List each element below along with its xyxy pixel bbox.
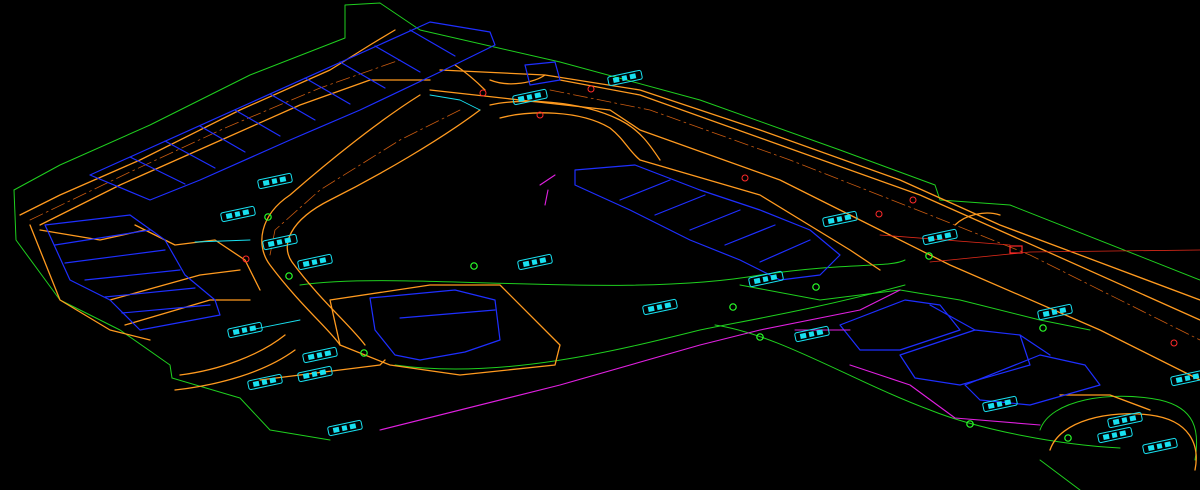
control-point-icon <box>729 303 737 311</box>
central-building-wing <box>399 309 496 319</box>
west-unit-divider <box>121 304 211 314</box>
car-icon <box>227 321 263 339</box>
nw-townhouse-row-outline <box>89 21 496 201</box>
survey-marker-icon <box>741 174 749 182</box>
nw-unit-divider <box>374 45 421 73</box>
west-unit-divider <box>84 269 181 281</box>
car-icon <box>247 373 283 391</box>
car-icon <box>642 298 678 316</box>
vehicles-layer <box>220 69 1200 455</box>
parcel-boundary-north <box>13 2 1200 281</box>
service-line-north <box>429 94 481 111</box>
se-building-3 <box>964 354 1101 406</box>
site-drive-green-3 <box>714 324 1121 449</box>
central-unit-divider <box>619 179 671 201</box>
utility-lines-layer <box>379 174 1041 431</box>
loop-road-outer <box>261 94 421 346</box>
west-unit-divider <box>64 249 166 264</box>
loop-road-inner <box>286 109 481 346</box>
nw-unit-divider <box>199 125 246 153</box>
control-point-icon <box>1039 324 1047 332</box>
car-icon <box>257 172 293 190</box>
car-icon <box>822 210 858 228</box>
survey-marker-icon <box>875 210 883 218</box>
control-point-icon <box>1064 434 1072 442</box>
markers-layer <box>242 85 1178 442</box>
nw-unit-divider <box>129 156 186 185</box>
central-building-outline <box>369 289 501 361</box>
se-building-link <box>1019 334 1051 356</box>
site-drive-green-2 <box>394 284 906 370</box>
se-building-1 <box>839 299 961 351</box>
nw-unit-divider <box>304 77 351 105</box>
nw-lane-inner <box>39 79 431 226</box>
nw-unit-divider <box>409 29 456 57</box>
car-icon <box>922 228 958 246</box>
car-icon <box>982 395 1018 413</box>
car-icon <box>794 325 830 343</box>
nw-unit-divider <box>164 140 216 169</box>
car-icon <box>302 346 338 364</box>
survey-marker-icon <box>1170 339 1178 347</box>
car-icon <box>262 233 298 251</box>
survey-marker-icon <box>479 89 487 97</box>
car-icon <box>220 205 256 223</box>
cad-drawing-viewport[interactable] <box>0 0 1200 490</box>
nw-unit-divider <box>339 61 386 89</box>
se-building-link <box>929 304 976 331</box>
car-icon <box>1037 303 1073 321</box>
car-icon <box>327 419 363 437</box>
central-unit-divider <box>689 209 741 231</box>
central-unit-divider <box>654 194 706 216</box>
central-unit-divider <box>724 224 776 246</box>
car-icon <box>607 69 643 87</box>
control-point-icon <box>470 262 478 270</box>
nw-roundabout <box>489 74 546 85</box>
main-road-inner <box>559 79 1200 321</box>
service-line-south <box>249 319 301 331</box>
se-building-2 <box>899 329 1031 386</box>
site-plan-drawing[interactable] <box>0 0 1200 490</box>
survey-marker-icon <box>909 196 917 204</box>
car-icon <box>297 365 333 383</box>
nw-ramp <box>454 64 486 91</box>
site-drive-green-1 <box>299 259 906 286</box>
utility-line-diagonal <box>379 329 761 431</box>
main-road-south-edge <box>429 89 1200 381</box>
car-icon <box>297 253 333 271</box>
loop-road-centerline <box>269 109 461 256</box>
sw-curve-road <box>179 334 286 376</box>
road-centerline-layer <box>29 59 1200 341</box>
south-edge-green <box>1039 459 1081 490</box>
loop-east-edge <box>639 159 881 271</box>
central-pad-outline <box>329 284 561 376</box>
utility-line-stub-2 <box>544 189 549 206</box>
main-road-north-edge <box>439 69 1200 301</box>
car-icon <box>1142 437 1178 455</box>
loop-top-north <box>489 100 661 161</box>
parcel-boundary-west <box>13 189 173 379</box>
car-icon <box>517 253 553 271</box>
control-point-icon <box>812 283 820 291</box>
control-point-icon <box>285 272 293 280</box>
central-unit-divider <box>759 239 811 263</box>
west-lane-3 <box>109 269 241 301</box>
car-icon <box>1097 426 1133 444</box>
nw-unit-divider <box>269 93 316 121</box>
west-lane-2 <box>134 224 261 291</box>
utility-line-stub <box>539 174 556 186</box>
nw-lane-centerline <box>29 59 401 221</box>
west-unit-divider <box>54 229 151 246</box>
cul-de-sac-green <box>1039 395 1198 461</box>
survey-marker-icon <box>587 85 595 93</box>
